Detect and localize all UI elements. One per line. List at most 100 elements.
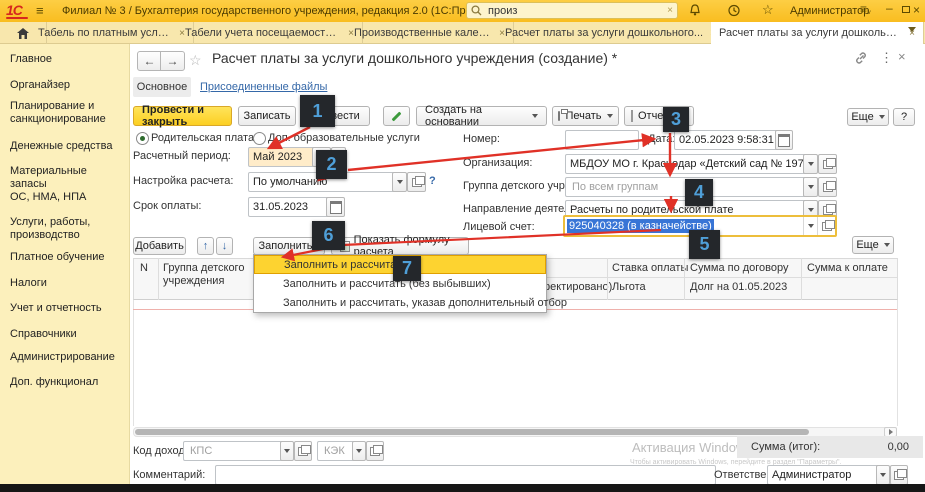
search-input[interactable] — [486, 4, 667, 18]
group-dropdown[interactable] — [803, 177, 818, 197]
number-label: Номер: — [463, 133, 500, 145]
responsible-field[interactable]: Администратор — [767, 465, 885, 485]
kek-dropdown[interactable] — [352, 441, 366, 461]
org-field[interactable]: МБДОУ МО г. Краснодар «Детский сад № 197… — [565, 154, 811, 174]
main-menu-icon[interactable]: ≡ — [36, 3, 44, 18]
global-search[interactable]: × — [466, 2, 678, 19]
document-close-icon[interactable]: × — [898, 49, 906, 64]
kps-field[interactable] — [183, 441, 289, 461]
kps-input[interactable] — [188, 444, 284, 458]
number-input[interactable] — [570, 133, 634, 147]
help-button[interactable]: ? — [893, 108, 915, 126]
edit-pen-button[interactable] — [383, 106, 410, 126]
favorites-star-icon[interactable]: ☆ — [762, 2, 774, 18]
tab-raschet-platy-2-active[interactable]: Расчет платы за услуги дошкольного... × — [711, 22, 924, 44]
col-topay[interactable]: Сумма к оплате — [807, 262, 888, 274]
responsible-open-button[interactable] — [890, 465, 908, 485]
due-field[interactable]: 31.05.2023 — [248, 197, 335, 217]
date-label: Дата: — [648, 133, 675, 145]
kek-open-button[interactable] — [366, 441, 384, 461]
col-group-line1[interactable]: Группа детского — [163, 262, 244, 274]
service-settings-icon[interactable]: ≡˅ — [860, 2, 871, 17]
table-more-button[interactable]: Еще — [852, 236, 894, 254]
org-dropdown[interactable] — [803, 154, 818, 174]
sidebar-item-planirovanie[interactable]: Планирование и санкционирование — [10, 100, 124, 126]
table-body-empty[interactable] — [133, 300, 898, 426]
responsible-value: Администратор — [772, 469, 851, 481]
due-calendar-button[interactable] — [326, 197, 345, 217]
sidebar-item-platnoe-obuchenie[interactable]: Платное обучение — [10, 251, 124, 264]
number-field[interactable] — [565, 130, 639, 150]
window-close-icon[interactable]: × — [913, 3, 920, 17]
org-open-button[interactable] — [818, 154, 837, 174]
tab-tabeli-poseshchaemosti[interactable]: Табели учета посещаемости детей × — [177, 22, 363, 44]
current-user[interactable]: Администратор — [790, 5, 869, 17]
sidebar-item-administrirovanie[interactable]: Администрирование — [10, 351, 124, 364]
calc-setting-help[interactable]: ? — [429, 175, 436, 187]
kps-dropdown[interactable] — [280, 441, 294, 461]
comment-field[interactable] — [215, 465, 716, 485]
tab-proizvodstvennye-kalendari[interactable]: Производственные календари × — [346, 22, 514, 44]
sidebar-item-uchet-otchetnost[interactable]: Учет и отчетность — [10, 302, 124, 315]
form-more-button[interactable]: Еще — [847, 108, 889, 126]
history-clock-icon[interactable] — [727, 3, 741, 18]
kps-open-button[interactable] — [294, 441, 312, 461]
date-calendar-button[interactable] — [775, 130, 793, 150]
show-formula-button[interactable]: Показать формулу расчета — [331, 237, 469, 255]
radio-edu-services[interactable] — [253, 132, 266, 145]
sidebar-item-os-nma-npa[interactable]: ОС, НМА, НПА — [10, 191, 124, 204]
col-n[interactable]: N — [140, 262, 148, 274]
sidebar-item-materialnye-zapasy[interactable]: Материальные запасы — [10, 165, 124, 191]
date-value: 02.05.2023 9:58:31 — [679, 134, 774, 146]
window-restore-icon[interactable] — [902, 6, 910, 13]
nav-back-button[interactable]: ← — [137, 51, 162, 71]
add-row-button[interactable]: Добавить — [133, 237, 186, 255]
bottom-bar — [0, 484, 925, 492]
get-link-icon[interactable] — [854, 51, 868, 65]
kek-input[interactable] — [322, 444, 356, 458]
move-up-button[interactable]: ↑ — [197, 237, 214, 255]
radio-parent-fee[interactable] — [136, 132, 149, 145]
col-rate[interactable]: Ставка оплаты — [612, 262, 688, 274]
sidebar-item-nalogi[interactable]: Налоги — [10, 277, 124, 290]
comment-input[interactable] — [220, 468, 711, 482]
tab-osnovnoe[interactable]: Основное — [133, 77, 191, 97]
sidebar-item-dop-funkcional[interactable]: Доп. функционал — [10, 376, 124, 389]
tabs-overflow-icon[interactable] — [908, 27, 916, 32]
tab-raschet-platy-1[interactable]: Расчет платы за услуги дошкольного... × — [497, 22, 728, 44]
account-open-button[interactable] — [817, 217, 835, 235]
open-icon — [823, 206, 833, 215]
scrollbar-thumb[interactable] — [135, 429, 809, 435]
calendar-icon — [330, 201, 342, 214]
move-down-button[interactable]: ↓ — [216, 237, 233, 255]
favorite-star-icon[interactable]: ☆ — [189, 52, 202, 69]
sidebar-item-denezhnye-sredstva[interactable]: Денежные средства — [10, 140, 124, 153]
tab-prisoedinennye-fajly[interactable]: Присоединенные файлы — [200, 81, 327, 93]
search-clear-icon[interactable]: × — [667, 5, 673, 16]
group-open-button[interactable] — [818, 177, 837, 197]
responsible-dropdown[interactable] — [876, 465, 890, 485]
col-contract-sub[interactable]: Долг на 01.05.2023 — [690, 281, 787, 293]
sidebar-item-glavnoe[interactable]: Главное — [10, 53, 124, 66]
sidebar-item-organajzer[interactable]: Органайзер — [10, 79, 124, 92]
window-minimize-icon[interactable]: – — [886, 1, 893, 15]
col-rate-sub[interactable]: Льгота — [612, 281, 646, 293]
tab-tabel-platnye[interactable]: Табель по платным услугам × — [30, 22, 194, 44]
menu-item-fill-calculate-filter[interactable]: Заполнить и рассчитать, указав дополните… — [254, 293, 546, 312]
calc-setting-open-button[interactable] — [407, 172, 426, 192]
account-dropdown[interactable] — [803, 217, 817, 235]
sidebar-item-spravochniki[interactable]: Справочники — [10, 328, 124, 341]
create-based-on-button[interactable]: Создать на основании — [416, 106, 547, 126]
notifications-bell-icon[interactable] — [688, 3, 702, 18]
col-contract[interactable]: Сумма по договору — [690, 262, 789, 274]
period-field[interactable]: Май 2023 — [248, 147, 321, 167]
nav-forward-button[interactable]: → — [160, 51, 185, 71]
write-button[interactable]: Записать — [238, 106, 296, 126]
callout-7: 7 — [393, 256, 421, 281]
sidebar-item-uslugi-raboty[interactable]: Услуги, работы, производство — [10, 216, 124, 242]
print-button[interactable]: Печать — [552, 106, 619, 126]
more-actions-icon[interactable]: ⋮ — [880, 50, 893, 66]
calc-setting-dropdown[interactable] — [392, 172, 407, 192]
date-field[interactable]: 02.05.2023 9:58:31 — [674, 130, 784, 150]
post-and-close-button[interactable]: Провести и закрыть — [133, 106, 232, 126]
